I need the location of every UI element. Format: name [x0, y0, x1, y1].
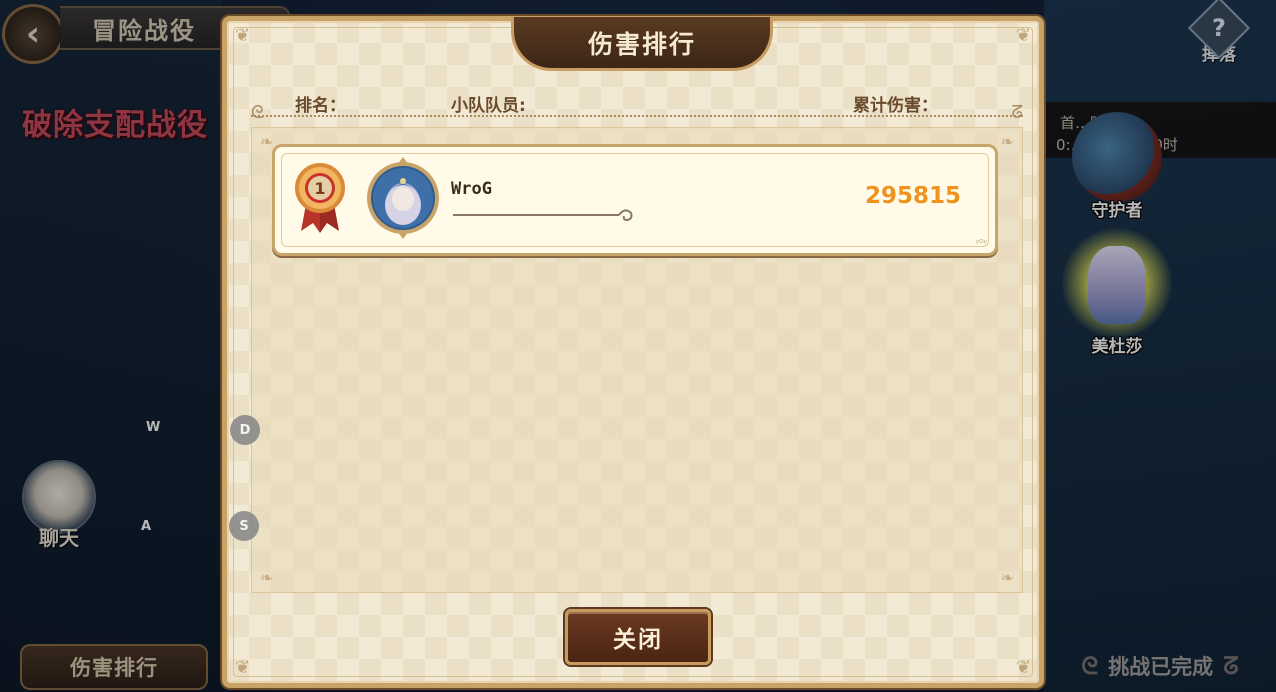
corner-ornament-icon: ❧ [1000, 568, 1014, 587]
damage-ranking-dialog: ❦ ❦ ❦ ❦ 伤害排行 ᘓ 排名： 小队队员: 累计伤害： ᘔ ❧ ❧ ❧ ❧… [222, 16, 1044, 688]
player-name: WroG [451, 179, 492, 199]
header-rank: 排名： [295, 96, 346, 116]
player-avatar[interactable] [365, 157, 441, 239]
dialog-title-tab: 伤害排行 [511, 17, 773, 71]
swirl-ornament-icon: ᘓ [251, 102, 264, 123]
row-signature-mark: ʸᴼʸ [975, 239, 987, 249]
corner-ornament-icon: ❦ [1015, 25, 1031, 46]
corner-ornament-icon: ❦ [1015, 657, 1031, 678]
key-hint-s: S [229, 511, 259, 541]
ranking-list[interactable]: ❧ ❧ ❧ ❧ 1 WroG 295815 ʸᴼʸ [251, 127, 1023, 593]
ranking-row[interactable]: 1 WroG 295815 ʸᴼʸ [272, 144, 998, 256]
corner-ornament-icon: ❧ [260, 132, 274, 151]
header-member: 小队队员: [451, 96, 526, 116]
damage-value: 295815 [864, 183, 961, 209]
header-total-damage: 累计伤害： [853, 96, 938, 116]
corner-ornament-icon: ❦ [235, 25, 251, 46]
rank-medal-icon: 1 [295, 163, 345, 233]
corner-ornament-icon: ❧ [260, 568, 274, 587]
close-button[interactable]: 关闭 [565, 609, 711, 665]
close-button-label: 关闭 [613, 627, 663, 653]
ranking-column-headers: ᘓ 排名： 小队队员: 累计伤害： ᘔ [251, 89, 1023, 123]
key-hint-d: D [230, 415, 260, 445]
swirl-ornament-icon: ᘔ [1011, 102, 1023, 123]
dialog-title: 伤害排行 [587, 29, 696, 59]
corner-ornament-icon: ❦ [235, 657, 251, 678]
corner-ornament-icon: ❧ [1000, 132, 1014, 151]
name-underline-ornament [453, 209, 633, 222]
rank-number: 1 [314, 179, 325, 198]
